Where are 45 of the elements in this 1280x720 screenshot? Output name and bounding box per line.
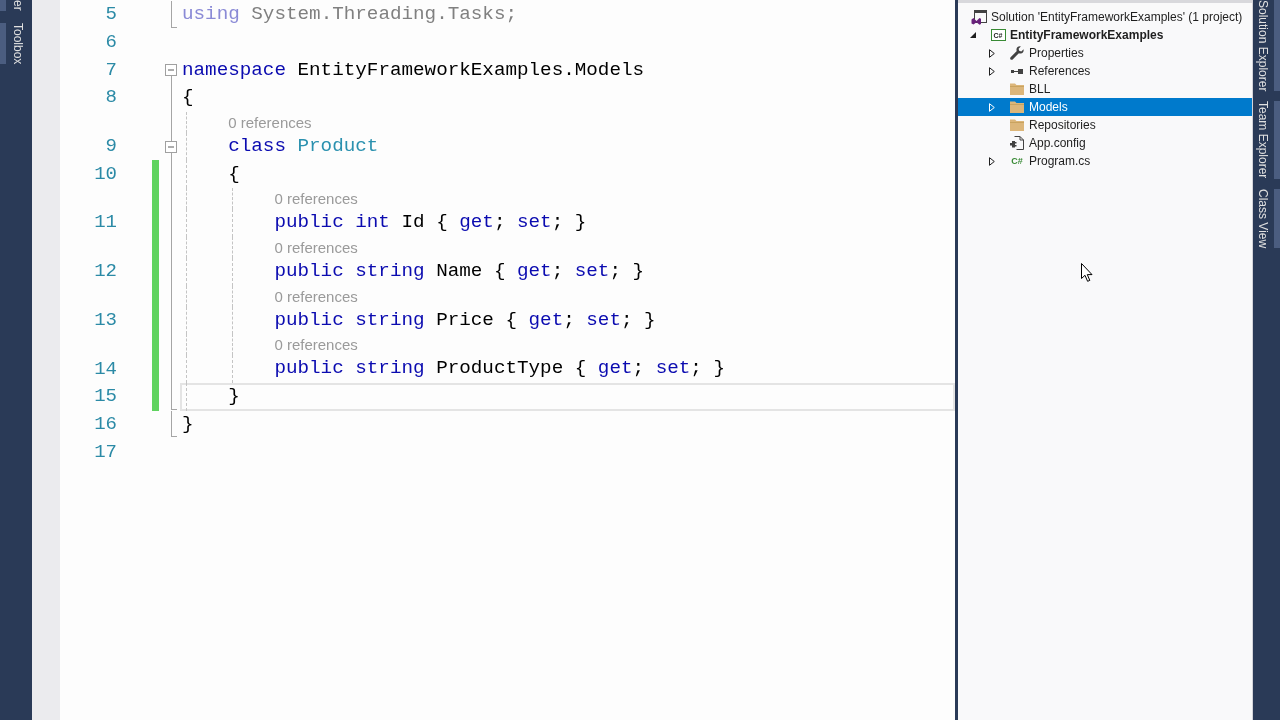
line-number: 7 — [105, 60, 117, 80]
expanded-triangle-icon[interactable] — [970, 32, 976, 38]
tree-item[interactable]: Repositories — [958, 116, 1252, 134]
collapsed-triangle-icon[interactable] — [989, 66, 995, 76]
tree-item[interactable]: Solution 'EntityFrameworkExamples' (1 project) — [958, 8, 1252, 26]
collapsed-triangle-icon[interactable] — [989, 48, 995, 58]
tool-window-tab[interactable]: Class View — [1253, 188, 1280, 248]
line-number: 16 — [94, 414, 117, 434]
mouse-pointer-icon — [1081, 263, 1093, 282]
line-number: 10 — [94, 164, 117, 184]
tree-item[interactable]: Properties — [958, 44, 1252, 62]
line-number: 12 — [94, 262, 117, 282]
code-line: public int Id { get; set; } — [274, 213, 587, 233]
code-line: } — [182, 414, 194, 435]
line-number: 15 — [94, 387, 117, 407]
line-number: 9 — [105, 137, 117, 157]
tool-window-tab[interactable]: Toolbox — [0, 22, 32, 65]
line-number: 11 — [94, 213, 117, 233]
tree-item[interactable]: Models — [958, 98, 1252, 116]
code-line: class Product — [228, 136, 379, 157]
line-number: 17 — [94, 442, 117, 462]
code-line: } — [228, 387, 240, 407]
collapse-icon[interactable] — [165, 64, 177, 77]
tree-item[interactable]: C# Program.cs — [958, 152, 1252, 170]
line-number: 13 — [94, 310, 117, 330]
code-line: { — [182, 88, 194, 108]
line-number: 5 — [105, 5, 117, 25]
line-number: 8 — [105, 88, 117, 108]
code-line: public string Name { get; set; } — [274, 262, 645, 282]
tool-window-tab[interactable]: Team Explorer — [1253, 101, 1280, 179]
tree-item[interactable]: References — [958, 62, 1252, 80]
tree-item[interactable]: BLL — [958, 80, 1252, 98]
code-line: public string Price { get; set; } — [274, 310, 656, 330]
file-type-label: C# — [1011, 156, 1023, 166]
tool-window-tab[interactable]: Solution Explorer — [1253, 0, 1280, 92]
code-line: { — [228, 164, 240, 184]
code-line: public string ProductType { get; set; } — [274, 359, 725, 379]
tree-item[interactable]: App.config — [958, 134, 1252, 152]
code-line: using System.Threading.Tasks; — [182, 5, 517, 25]
line-number: 14 — [94, 359, 117, 379]
collapse-icon[interactable] — [165, 140, 177, 153]
line-number: 6 — [105, 33, 117, 53]
code-line: namespace EntityFrameworkExamples.Models — [182, 60, 645, 80]
collapsed-triangle-icon[interactable] — [989, 156, 995, 166]
tool-window-tab[interactable]: er — [0, 0, 32, 11]
